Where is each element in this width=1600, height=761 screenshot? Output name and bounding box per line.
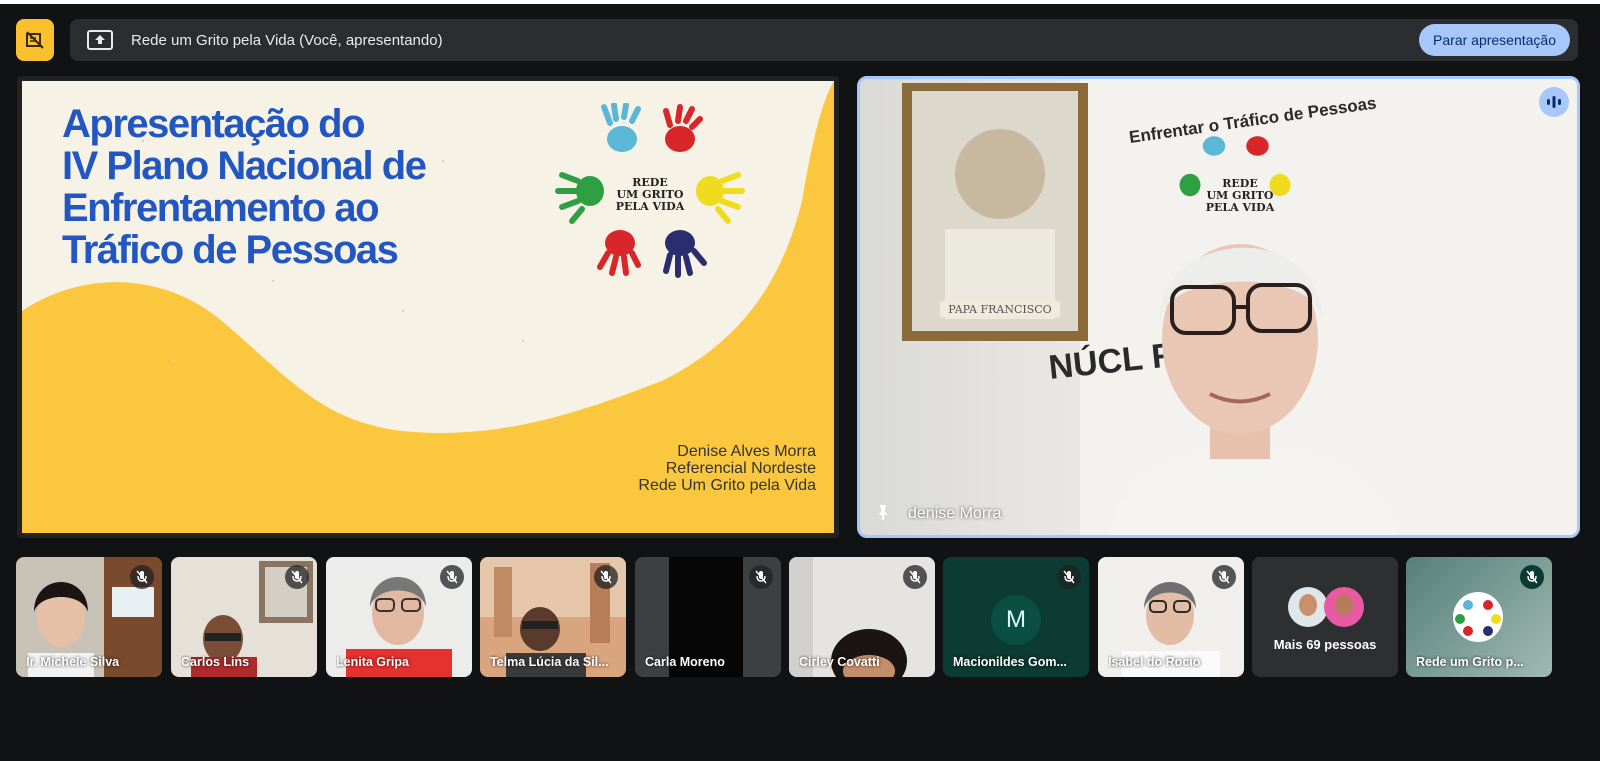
participant-name: Ir. Michele Silva [26, 655, 120, 669]
participant-name: Carlos Lins [181, 655, 250, 669]
more-participants-label: Mais 69 pessoas [1273, 637, 1377, 652]
rede-grito-logo: REDE UM GRITO PELA VIDA [550, 102, 750, 285]
speaker-video-tile[interactable]: PAPA FRANCISCO Enfrentar o Tráfico de Pe… [857, 76, 1580, 538]
participant-tile[interactable]: Cirley Covatti [789, 557, 935, 677]
speaking-indicator-icon [1539, 87, 1569, 117]
participant-tile[interactable]: Isabel do Rocio [1098, 557, 1244, 677]
participant-avatar: M [991, 595, 1041, 645]
slide-title-line: Enfrentamento ao [62, 186, 380, 230]
no-video-icon [26, 31, 44, 49]
participant-name: Telma Lúcia da Sil... [490, 655, 609, 669]
mic-off-icon [1520, 565, 1544, 589]
participant-name: Rede um Grito p... [1416, 655, 1524, 669]
presenter-info-line: Denise Alves Morra [677, 443, 816, 460]
presentation-toggle-button[interactable] [16, 19, 54, 61]
logo-text: REDE UM GRITO PELA VIDA [550, 177, 750, 213]
participant-strip: Ir. Michele Silva Carlos Lins Lenita Gri [16, 557, 1580, 677]
logo-text-line: PELA VIDA [615, 200, 685, 213]
mic-off-icon [285, 565, 309, 589]
banner-logo-line: PELA VIDA [1206, 201, 1275, 214]
more-participants-avatars [1288, 587, 1364, 627]
participant-tile[interactable]: Telma Lúcia da Sil... [480, 557, 626, 677]
shared-slide: Apresentação do IV Plano Nacional de Enf… [17, 76, 839, 538]
participant-name: Isabel do Rocio [1108, 655, 1201, 669]
mic-off-icon [130, 565, 154, 589]
participant-tile[interactable]: Lenita Gripa [326, 557, 472, 677]
participant-name: Carla Moreno [645, 655, 725, 669]
speaker-video-frame: PAPA FRANCISCO Enfrentar o Tráfico de Pe… [902, 79, 1577, 535]
participant-tile[interactable]: Carlos Lins [171, 557, 317, 677]
more-participants-tile[interactable]: Mais 69 pessoas [1252, 557, 1398, 677]
slide-title: Apresentação do IV Plano Nacional de Enf… [62, 103, 482, 271]
stop-presenting-button[interactable]: Parar apresentação [1419, 24, 1570, 56]
participant-name: Cirley Covatti [799, 655, 880, 669]
present-screen-icon [87, 30, 113, 50]
presenter-info-line: Rede Um Grito pela Vida [638, 477, 816, 494]
slide-title-line: Tráfico de Pessoas [62, 228, 399, 272]
participant-name: Macionildes Gom... [953, 655, 1067, 669]
window-top-edge [0, 0, 1600, 4]
presentation-title: Rede um Grito pela Vida (Você, apresenta… [131, 31, 443, 49]
participant-tile[interactable]: Ir. Michele Silva [16, 557, 162, 677]
mic-off-icon [594, 565, 618, 589]
mic-off-icon [1057, 565, 1081, 589]
mic-off-icon [440, 565, 464, 589]
speaker-name: denise Morra [908, 505, 1002, 522]
slide-canvas: Apresentação do IV Plano Nacional de Enf… [22, 81, 834, 533]
mic-off-icon [1212, 565, 1236, 589]
presentation-bar: Rede um Grito pela Vida (Você, apresenta… [70, 19, 1578, 61]
self-view-tile[interactable]: Rede um Grito p... [1406, 557, 1552, 677]
slide-title-line: IV Plano Nacional de [62, 144, 427, 188]
mic-off-icon [903, 565, 927, 589]
presenter-info-line: Referencial Nordeste [665, 460, 816, 477]
pin-icon[interactable] [874, 503, 892, 521]
portrait-caption: PAPA FRANCISCO [948, 303, 1051, 316]
participant-tile[interactable]: Carla Moreno [635, 557, 781, 677]
slide-title-line: Apresentação do [62, 102, 366, 146]
participant-tile[interactable]: M Macionildes Gom... [943, 557, 1089, 677]
participant-name: Lenita Gripa [336, 655, 409, 669]
mic-off-icon [749, 565, 773, 589]
presenter-info: Denise Alves Morra Referencial Nordeste … [638, 443, 816, 494]
